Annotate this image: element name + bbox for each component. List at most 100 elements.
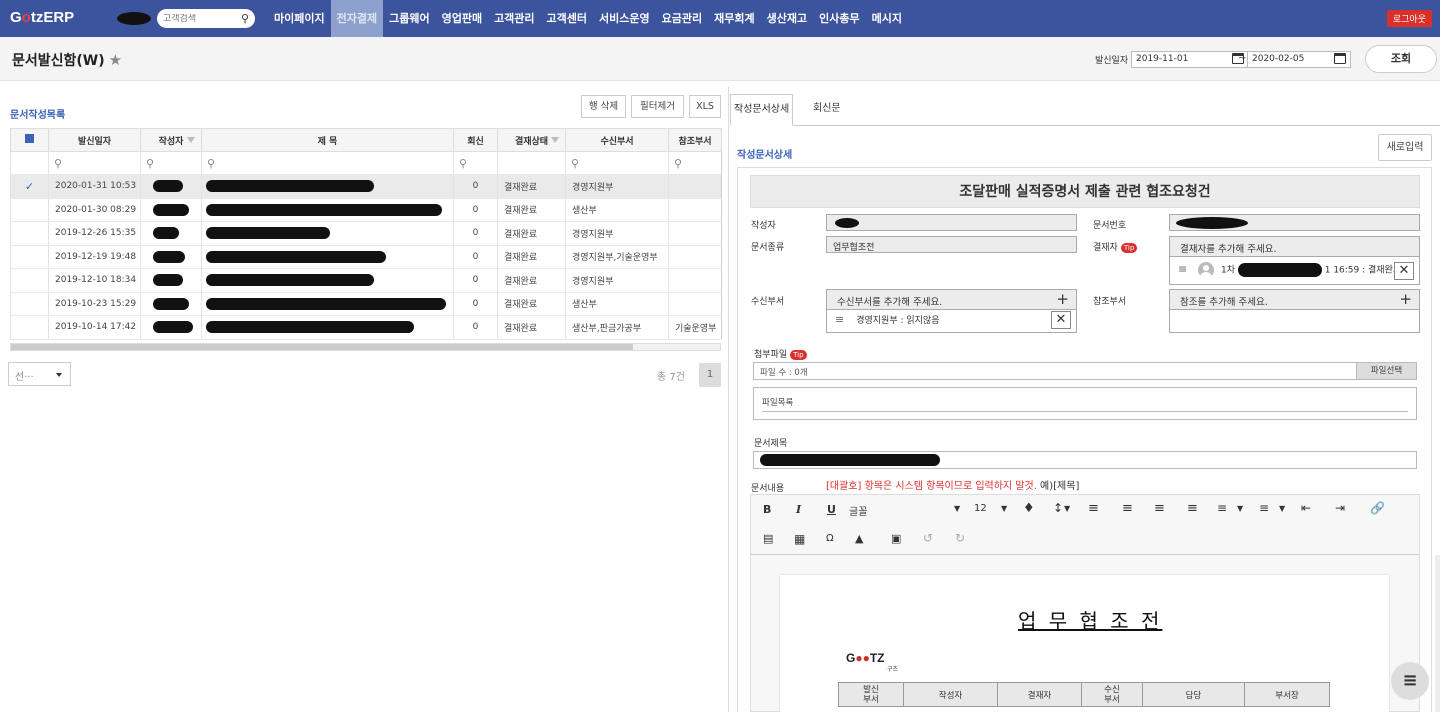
template-icon[interactable]: ▣ [891,532,901,545]
link-icon[interactable]: 🔗 [1370,501,1385,515]
text-color-icon[interactable]: ♦ [1023,501,1035,516]
menu-sales[interactable]: 영업판매 [436,0,488,37]
col-date[interactable]: 발신일자 [48,128,141,152]
filter-search-icon[interactable]: ⚲ [668,151,722,175]
horizontal-scrollbar[interactable] [10,343,721,351]
new-entry-button[interactable]: 새로입력 [1378,134,1432,161]
italic-icon[interactable]: I [796,503,801,516]
filter-search-icon[interactable]: ⚲ [565,151,669,175]
line-height-icon[interactable]: ↕ [1053,501,1063,515]
panel-divider[interactable] [728,87,729,712]
editor-scrollbar[interactable] [1435,555,1440,712]
ordered-list-icon[interactable]: ≡ [1217,501,1227,515]
date-from-input[interactable]: 2019-11-01 [1131,51,1249,68]
row-check[interactable] [10,245,49,269]
customer-search[interactable]: ⚲ [157,9,255,28]
row-check[interactable] [10,198,49,222]
date-to-input[interactable]: 2020-02-05 [1247,51,1351,68]
menu-message[interactable]: 메시지 [866,0,908,37]
select-all-checkbox[interactable] [10,128,49,152]
redo-icon[interactable]: ↻ [955,531,965,545]
chevron-down-icon[interactable]: ▼ [1279,504,1285,513]
ref-add[interactable]: 참조를 추가해 주세요. + [1170,290,1419,310]
table-row[interactable]: 2020-01-30 08:29 0 결재완료 생산부 [10,198,722,222]
xls-export-button[interactable]: XLS [689,95,721,118]
col-recv-dept[interactable]: 수신부서 [565,128,669,152]
eraser-icon[interactable]: ▲ [855,532,863,545]
search-icon[interactable]: ⚲ [241,12,249,25]
table-icon[interactable]: ▦ [794,532,805,546]
col-ref-dept[interactable]: 참조부서 [668,128,722,152]
outdent-icon[interactable]: ⇤ [1301,501,1311,515]
tip-badge[interactable]: Tip [790,349,807,360]
table-row[interactable]: 2019-12-26 15:35 0 결재완료 경영지원부 [10,221,722,246]
bold-icon[interactable]: B [763,503,771,516]
underline-icon[interactable]: U [827,503,836,516]
col-writer[interactable]: 작성자 [140,128,202,152]
tip-badge[interactable]: Tip [1120,242,1138,253]
page-number[interactable]: 1 [699,363,721,387]
row-check[interactable] [10,292,49,316]
filter-search-icon[interactable]: ⚲ [140,151,202,175]
filter-search-icon[interactable]: ⚲ [201,151,454,175]
filter-search-icon[interactable]: ⚲ [48,151,141,175]
col-status[interactable]: 결재상태 [497,128,566,152]
remove-filter-button[interactable]: 필터제거 [631,95,684,118]
row-check[interactable] [10,315,49,340]
filter-search-icon[interactable]: ⚲ [453,151,498,175]
row-check[interactable] [10,268,49,293]
tab-reply[interactable]: 회신문 [810,94,844,126]
menu-eapproval[interactable]: 전자결제 [330,0,384,37]
table-row[interactable]: 2019-12-19 19:48 0 결재완료 경영지원부,기술운영부 [10,245,722,269]
align-justify-icon[interactable]: ≡ [1088,501,1099,516]
chevron-down-icon[interactable]: ▼ [1001,504,1007,513]
menu-hr[interactable]: 인사총무 [813,0,865,37]
customer-search-input[interactable] [163,13,233,24]
menu-customer[interactable]: 고객관리 [488,0,540,37]
calendar-icon[interactable] [1334,53,1346,64]
file-select-button[interactable]: 파일선택 [1356,363,1416,379]
menu-finance[interactable]: 재무회계 [708,0,760,37]
favorite-star-icon[interactable]: ★ [109,51,122,69]
table-row[interactable]: 2019-10-14 17:42 0 결재완료 생산부,판금가공부 기술운영부 [10,315,722,340]
chevron-down-icon[interactable]: ▼ [954,504,960,513]
align-center-icon[interactable]: ≡ [1154,501,1165,516]
menu-customer-center[interactable]: 고객센터 [541,0,593,37]
chevron-down-icon[interactable]: ▼ [1064,504,1070,513]
search-button[interactable]: 조회 [1365,45,1437,73]
menu-mypage[interactable]: 마이페이지 [268,0,331,37]
row-check[interactable] [10,221,49,246]
menu-inventory[interactable]: 생산재고 [761,0,813,37]
table-row[interactable]: 2019-12-10 18:34 0 결재완료 경영지원부 [10,268,722,293]
font-size-select[interactable]: 12 [974,503,987,514]
delete-row-button[interactable]: 행 삭제 [581,95,626,118]
filter-icon[interactable] [551,137,559,143]
page-size-select[interactable]: 선··· [8,362,71,386]
drag-handle-icon[interactable]: ≡ [1178,263,1187,276]
align-right-icon[interactable]: ≡ [1187,501,1198,516]
tab-doc-detail[interactable]: 작성문서상세 [730,94,794,126]
table-row[interactable]: ✓ 2020-01-31 10:53 0 결재완료 경영지원부 [10,174,722,199]
col-subject[interactable]: 제 목 [201,128,454,152]
indent-icon[interactable]: ⇥ [1335,501,1345,515]
special-char-icon[interactable]: Ω [826,533,834,544]
plus-icon[interactable]: + [1399,290,1412,308]
subject-input[interactable] [753,451,1417,469]
menu-service-ops[interactable]: 서비스운영 [593,0,656,37]
image-icon[interactable]: ▤ [763,532,773,545]
font-family-select[interactable]: 글꼴 [849,503,867,518]
align-left-icon[interactable]: ≡ [1122,501,1133,516]
filter-icon[interactable] [187,137,195,143]
undo-icon[interactable]: ↺ [923,531,933,545]
menu-groupware[interactable]: 그룹웨어 [383,0,435,37]
table-row[interactable]: 2019-10-23 15:29 0 결재완료 생산부 [10,292,722,316]
menu-billing[interactable]: 요금관리 [656,0,708,37]
logout-button[interactable]: 로그아웃 [1386,10,1432,27]
row-check[interactable]: ✓ [10,174,49,199]
remove-recv-button[interactable]: ✕ [1051,311,1071,329]
remove-approver-button[interactable]: ✕ [1394,262,1414,280]
recv-add[interactable]: 수신부서를 추가해 주세요. + [827,290,1076,310]
app-logo[interactable]: GotzERP [10,9,74,26]
col-reply[interactable]: 회신 [453,128,498,152]
plus-icon[interactable]: + [1056,290,1069,308]
